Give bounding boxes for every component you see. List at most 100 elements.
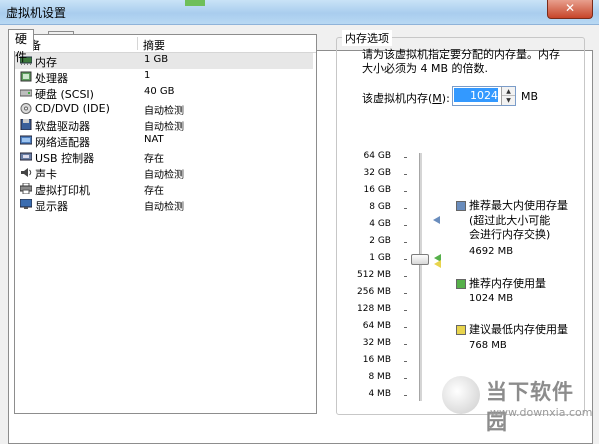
device-summary: 存在 (144, 186, 164, 197)
scale-tick (404, 344, 407, 345)
scale-tick (404, 225, 407, 226)
device-row-printer[interactable]: 虚拟打印机 存在 (15, 181, 313, 197)
memory-label-suffix: ): (441, 92, 450, 105)
device-list-header: 设备 摘要 (15, 35, 316, 53)
device-row-memory[interactable]: 内存 1 GB (15, 53, 313, 69)
device-name: 处理器 (35, 72, 68, 85)
scale-tick (404, 242, 407, 243)
scale-label: 16 MB (362, 355, 391, 365)
device-summary: 存在 (144, 154, 164, 165)
device-name: 虚拟打印机 (35, 184, 90, 197)
watermark: 当下软件园 www.downxia.com (442, 372, 593, 434)
scale-tick (404, 327, 407, 328)
cd-dvd-icon (20, 103, 32, 114)
memory-unit: MB (521, 90, 539, 103)
device-summary: 40 GB (144, 86, 175, 97)
max-recommended-label: 推荐最大内使用存量 (469, 199, 568, 212)
close-button[interactable]: ✕ (547, 0, 593, 19)
device-name: 硬盘 (SCSI) (35, 88, 94, 101)
memory-label-text: 该虚拟机内存 (362, 92, 428, 105)
max-recommended-note: (超过此大小可能 (469, 214, 551, 227)
scale-tick (404, 259, 407, 260)
min-recommended-marker-icon (434, 260, 441, 268)
sound-card-icon (21, 168, 32, 177)
scale-label: 16 GB (363, 185, 391, 195)
scale-label: 32 GB (363, 168, 391, 178)
memory-options-title: 内存选项 (342, 30, 392, 46)
recommended-swatch (456, 279, 466, 289)
column-separator[interactable] (137, 37, 138, 50)
scale-label: 2 GB (369, 236, 391, 246)
device-summary: NAT (144, 134, 164, 145)
device-name: CD/DVD (IDE) (35, 102, 110, 115)
network-adapter-icon (20, 135, 32, 145)
min-recommended-value: 768 MB (469, 340, 507, 351)
device-name: 内存 (35, 56, 57, 69)
scale-tick (404, 208, 407, 209)
scale-tick (404, 395, 407, 396)
processor-icon (20, 71, 32, 82)
device-name: 软盘驱动器 (35, 120, 90, 133)
device-row-network[interactable]: 网络适配器 NAT (15, 133, 313, 149)
max-recommended-value: 4692 MB (469, 246, 514, 257)
memory-slider-thumb[interactable] (411, 254, 429, 265)
device-summary: 自动检测 (144, 202, 184, 213)
hard-disk-icon (20, 89, 32, 97)
device-row-processor[interactable]: 处理器 1 (15, 69, 313, 85)
tab-hardware[interactable]: 硬件 (8, 29, 35, 64)
description-line: 大小必须为 4 MB 的倍数. (362, 62, 489, 75)
device-row-sound[interactable]: 声卡 自动检测 (15, 165, 313, 181)
scale-tick (404, 157, 407, 158)
max-recommended-swatch (456, 201, 466, 211)
device-summary: 自动检测 (144, 170, 184, 181)
floppy-icon (20, 119, 32, 130)
min-recommended-label: 建议最低内存使用量 (469, 323, 568, 336)
spin-up-icon[interactable]: ▲ (502, 87, 515, 96)
device-summary: 自动检测 (144, 122, 184, 133)
device-summary: 自动检测 (144, 106, 184, 117)
device-row-hard-disk[interactable]: 硬盘 (SCSI) 40 GB (15, 85, 313, 101)
memory-slider-track[interactable] (419, 153, 422, 401)
scale-tick (404, 174, 407, 175)
device-list[interactable]: 设备 摘要 内存 1 GB 处理器 1 硬盘 (SCSI) 40 GB CD/D… (14, 34, 317, 414)
watermark-logo-icon (442, 376, 480, 414)
min-recommended-swatch (456, 325, 466, 335)
scale-label: 4 MB (368, 389, 391, 399)
spin-down-icon[interactable]: ▼ (502, 96, 515, 105)
recommended-value: 1024 MB (469, 293, 514, 304)
scale-label: 1 GB (369, 253, 391, 263)
memory-spinbox[interactable]: ▲ ▼ (452, 86, 516, 106)
device-summary: 1 (144, 70, 151, 81)
usb-icon (20, 152, 32, 161)
memory-description: 请为该虚拟机指定要分配的内存量。内存 大小必须为 4 MB 的倍数. (362, 48, 572, 76)
memory-label: 该虚拟机内存(M): (362, 92, 450, 105)
device-name: 网络适配器 (35, 136, 90, 149)
title-accent (185, 0, 205, 6)
scale-tick (404, 378, 407, 379)
scale-label: 512 MB (357, 270, 391, 280)
recommended-label: 推荐内存使用量 (469, 277, 546, 290)
device-summary: 1 GB (144, 54, 169, 65)
column-summary[interactable]: 摘要 (143, 37, 165, 53)
display-icon (20, 199, 32, 209)
device-row-floppy[interactable]: 软盘驱动器 自动检测 (15, 117, 313, 133)
printer-icon (20, 183, 32, 194)
spin-buttons: ▲ ▼ (501, 87, 515, 105)
scale-tick (404, 310, 407, 311)
scale-tick (404, 191, 407, 192)
scale-tick (404, 293, 407, 294)
scale-tick (404, 276, 407, 277)
watermark-url: www.downxia.com (490, 406, 593, 419)
scale-label: 64 GB (363, 151, 391, 161)
device-name: USB 控制器 (35, 152, 95, 165)
scale-label: 256 MB (357, 287, 391, 297)
max-recommended-note: 会进行内存交换) (469, 228, 551, 241)
device-row-cd-dvd[interactable]: CD/DVD (IDE) 自动检测 (15, 101, 313, 117)
device-row-usb[interactable]: USB 控制器 存在 (15, 149, 313, 165)
scale-label: 32 MB (362, 338, 391, 348)
memory-input[interactable] (454, 88, 498, 102)
device-row-display[interactable]: 显示器 自动检测 (15, 197, 313, 213)
description-line: 请为该虚拟机指定要分配的内存量。内存 (362, 48, 560, 61)
device-name: 显示器 (35, 200, 68, 213)
scale-tick (404, 361, 407, 362)
